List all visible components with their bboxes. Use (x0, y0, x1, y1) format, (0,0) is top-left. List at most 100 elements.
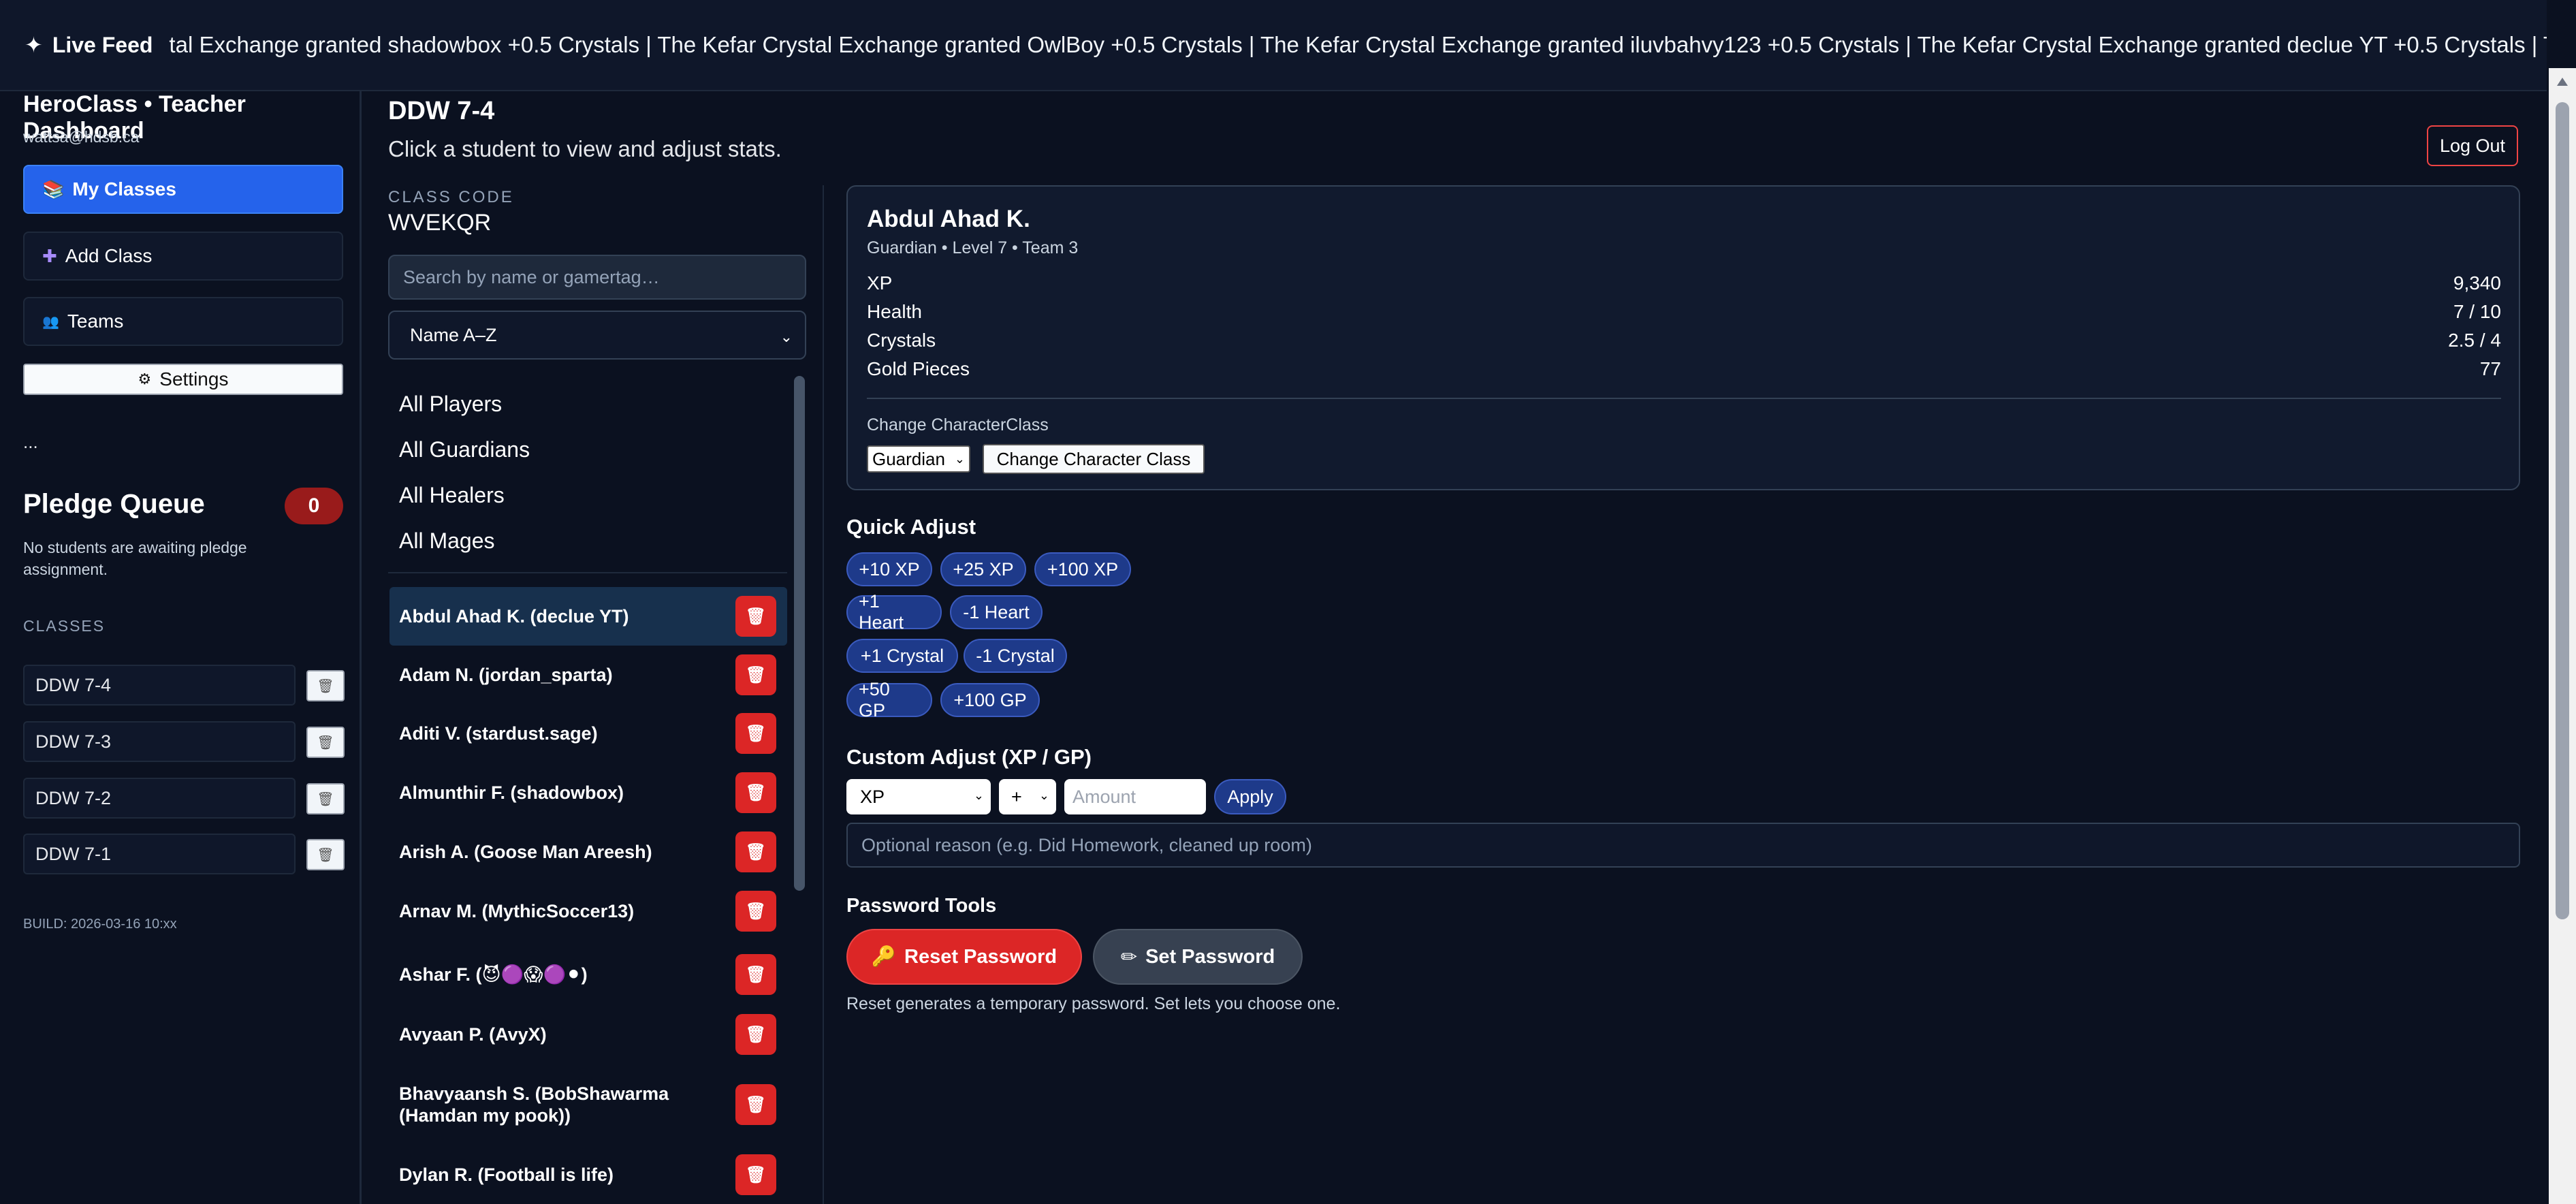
trash-icon[interactable]: 🗑 (735, 596, 776, 637)
stat-crystals: Crystals 2.5 / 4 (867, 330, 2501, 351)
class-row: DDW 7-4 🗑 (23, 665, 345, 706)
class-item[interactable]: DDW 7-4 (23, 665, 296, 706)
build-stamp: BUILD: 2026-03-16 10:xx (23, 917, 177, 932)
classes-heading: CLASSES (23, 617, 106, 635)
student-meta: Guardian • Level 7 • Team 3 (867, 238, 1079, 257)
live-feed-ticker: tal Exchange granted shadowbox +0.5 Crys… (169, 32, 2547, 57)
trash-icon[interactable]: 🗑 (735, 891, 776, 932)
sort-select[interactable]: Name A–Z ⌄ (388, 311, 806, 360)
trash-icon[interactable]: 🗑 (306, 783, 345, 814)
student-row[interactable]: Ashar F. (😈🟣😱🟣⚫) 🗑 (389, 944, 787, 1005)
class-row: DDW 7-3 🗑 (23, 721, 345, 762)
add-crystal-button[interactable]: +1 Crystal (846, 639, 958, 673)
add-25-xp-button[interactable]: +25 XP (940, 552, 1026, 586)
teams-button[interactable]: 👥 Teams (23, 297, 343, 346)
student-list-scrollbar[interactable] (793, 376, 806, 1204)
quick-adjust-title: Quick Adjust (846, 515, 976, 539)
filter-list: All Players All Guardians All Healers Al… (388, 381, 783, 564)
student-row[interactable]: Dylan R. (Football is life) 🗑 (389, 1145, 787, 1204)
trash-icon[interactable]: 🗑 (735, 954, 776, 995)
column-divider (823, 185, 824, 1204)
trash-icon[interactable]: 🗑 (735, 654, 776, 695)
sparkle-icon: ✦ (25, 33, 43, 57)
filter-all-players[interactable]: All Players (388, 381, 783, 427)
add-100-xp-button[interactable]: +100 XP (1034, 552, 1131, 586)
teacher-email: wattsa@hdsb.ca (23, 128, 140, 146)
student-search-input[interactable]: Search by name or gamertag… (388, 255, 806, 300)
adjust-type-select[interactable]: XP ⌄ (846, 779, 991, 814)
pencil-icon: ✏ (1120, 946, 1138, 968)
custom-adjust-title: Custom Adjust (XP / GP) (846, 745, 1092, 769)
my-classes-button[interactable]: 📚 My Classes (23, 165, 343, 214)
add-50-gp-button[interactable]: +50 GP (846, 679, 932, 720)
trash-icon[interactable]: 🗑 (735, 1154, 776, 1195)
live-feed-bar: ✦ Live Feed tal Exchange granted shadowbo… (0, 0, 2547, 91)
pledge-count-badge: 0 (285, 488, 343, 524)
settings-button[interactable]: ⚙ Settings (23, 364, 343, 395)
amount-input[interactable]: Amount (1064, 779, 1206, 814)
student-row[interactable]: Bhavyaansh S. (BobShawarma (Hamdan my po… (389, 1071, 787, 1139)
class-item[interactable]: DDW 7-1 (23, 834, 296, 874)
page-title: DDW 7-4 (388, 97, 495, 125)
student-row[interactable]: Arish A. (Goose Man Areesh) 🗑 (389, 823, 787, 881)
class-item[interactable]: DDW 7-2 (23, 778, 296, 819)
password-note: Reset generates a temporary password. Se… (846, 994, 1341, 1013)
class-item[interactable]: DDW 7-3 (23, 721, 296, 762)
stat-health: Health 7 / 10 (867, 301, 2501, 322)
add-class-button[interactable]: ✚ Add Class (23, 232, 343, 281)
adjust-sign-select[interactable]: + ⌄ (999, 779, 1056, 814)
trash-icon[interactable]: 🗑 (306, 727, 345, 758)
divider (388, 572, 787, 573)
books-icon: 📚 (42, 178, 65, 200)
apply-button[interactable]: Apply (1214, 779, 1286, 814)
logout-button[interactable]: Log Out (2427, 125, 2518, 166)
password-tools-title: Password Tools (846, 895, 997, 917)
set-password-button[interactable]: ✏ Set Password (1093, 929, 1303, 985)
trash-icon[interactable]: 🗑 (306, 670, 345, 701)
remove-heart-button[interactable]: -1 Heart (950, 595, 1043, 629)
filter-all-mages[interactable]: All Mages (388, 518, 783, 564)
plus-icon: ✚ (42, 245, 57, 266)
divider (867, 398, 2501, 399)
chevron-down-icon: ⌄ (973, 789, 984, 802)
class-code-value: WVEKQR (388, 210, 492, 236)
character-class-select[interactable]: Guardian ⌄ (867, 445, 970, 473)
change-class-button[interactable]: Change Character Class (983, 444, 1205, 474)
student-row[interactable]: Avyaan P. (AvyX) 🗑 (389, 1005, 787, 1064)
page-scrollbar[interactable] (2549, 68, 2576, 1204)
sidebar-ellipsis: ... (23, 432, 38, 452)
add-heart-button[interactable]: +1 Heart (846, 591, 942, 633)
student-row[interactable]: Aditi V. (stardust.sage) 🗑 (389, 704, 787, 763)
trash-icon[interactable]: 🗑 (735, 831, 776, 872)
trash-icon[interactable]: 🗑 (306, 839, 345, 870)
student-row-selected[interactable]: Abdul Ahad K. (declue YT) 🗑 (389, 587, 787, 646)
student-row[interactable]: Adam N. (jordan_sparta) 🗑 (389, 646, 787, 704)
sidebar: HeroClass • Teacher Dashboard wattsa@hds… (0, 91, 362, 1204)
reset-password-button[interactable]: 🔑 Reset Password (846, 929, 1082, 985)
class-code-label: CLASS CODE (388, 188, 514, 206)
trash-icon[interactable]: 🗑 (735, 1014, 776, 1055)
trash-icon[interactable]: 🗑 (735, 713, 776, 754)
student-list-scrollbar-thumb[interactable] (794, 376, 805, 891)
stat-gold-pieces: Gold Pieces 77 (867, 358, 2501, 379)
pledge-queue-title: Pledge Queue (23, 489, 205, 519)
people-icon: 👥 (42, 314, 59, 330)
student-row[interactable]: Almunthir F. (shadowbox) 🗑 (389, 763, 787, 822)
trash-icon[interactable]: 🗑 (735, 1084, 776, 1125)
filter-all-guardians[interactable]: All Guardians (388, 427, 783, 473)
stat-xp: XP 9,340 (867, 272, 2501, 294)
page-scrollbar-thumb[interactable] (2556, 102, 2569, 919)
student-detail-card: Abdul Ahad K. Guardian • Level 7 • Team … (846, 185, 2520, 490)
scroll-up-arrow-icon[interactable] (2557, 78, 2568, 86)
filter-all-healers[interactable]: All Healers (388, 473, 783, 518)
student-row[interactable]: Arnav M. (MythicSoccer13) 🗑 (389, 882, 787, 940)
change-class-label: Change CharacterClass (867, 415, 1049, 434)
reason-input[interactable]: Optional reason (e.g. Did Homework, clea… (846, 823, 2520, 868)
add-10-xp-button[interactable]: +10 XP (846, 552, 932, 586)
chevron-down-icon: ⌄ (954, 452, 965, 466)
remove-crystal-button[interactable]: -1 Crystal (964, 639, 1067, 673)
gear-icon: ⚙ (138, 370, 152, 387)
add-100-gp-button[interactable]: +100 GP (940, 683, 1040, 717)
trash-icon[interactable]: 🗑 (735, 772, 776, 813)
live-feed-label: ✦ Live Feed (25, 33, 153, 57)
